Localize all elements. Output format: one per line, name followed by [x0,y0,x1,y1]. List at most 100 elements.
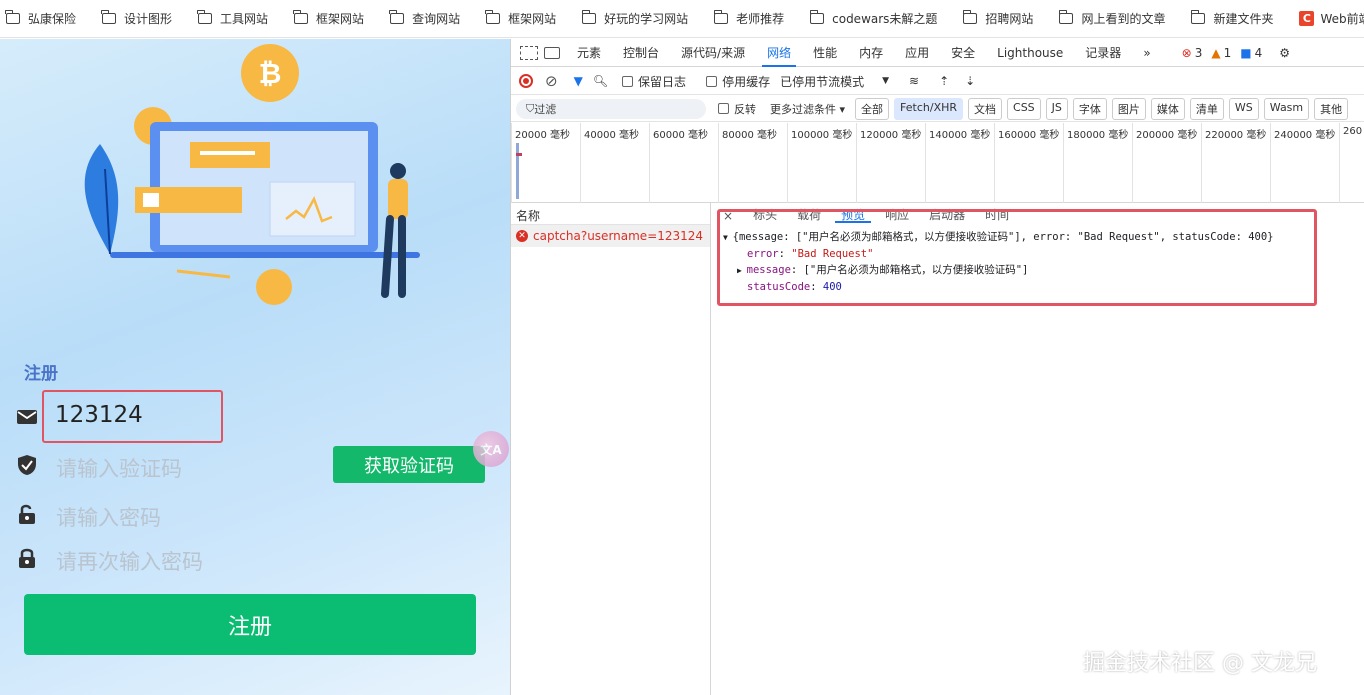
timeline-tick: 140000 毫秒 [925,123,990,203]
devtools-tab[interactable]: 内存 [848,39,894,67]
filter-chip[interactable]: 媒体 [1150,97,1185,120]
filter-chip[interactable]: Fetch/XHR [894,97,964,120]
bookmark-item[interactable]: 弘康保险 [5,10,76,27]
preview-highlight-box [717,209,1317,306]
username-input[interactable]: 123124 [55,402,143,428]
device-toggle-icon[interactable] [544,46,560,59]
bookmark-item[interactable]: 招聘网站 [962,10,1034,27]
filter-chip[interactable]: 字体 [1072,97,1107,120]
disable-cache-label: 停用缓存 [722,74,771,89]
message-count[interactable]: 4 [1255,46,1263,60]
devtools-tab[interactable]: 安全 [940,39,986,67]
request-list: 名称 ✕ captcha?username=123124 [511,203,711,695]
bookmark-label: 新建文件夹 [1213,12,1274,26]
devtools-tab[interactable]: 性能 [802,39,848,67]
devtools-tab[interactable]: 网络 [756,39,802,67]
bookmark-item[interactable]: 工具网站 [197,10,269,27]
bookmark-item[interactable]: 老师推荐 [713,10,784,27]
invert-checkbox[interactable] [718,103,729,114]
filter-chip[interactable]: 其他 [1314,97,1349,120]
error-icon: ✕ [516,230,528,242]
network-timeline: 20000 毫秒 40000 毫秒 60000 毫秒 80000 毫秒 100000 毫… [511,123,1364,203]
error-count-icon: ⊗ [1181,45,1192,60]
register-title: 注册 [24,364,58,384]
timeline-tick: 20000 毫秒 [511,123,570,203]
filter-chip[interactable]: CSS [1007,97,1041,120]
more-filters-dropdown[interactable]: 更多过滤条件 ▾ [770,101,845,117]
bookmark-item[interactable]: 新建文件夹 [1190,10,1274,27]
bookmark-item[interactable]: 网上看到的文章 [1058,10,1166,27]
filter-chip[interactable]: 文档 [968,97,1003,120]
search-icon[interactable]: 🔍︎ [593,74,608,88]
devtools-tab[interactable]: 控制台 [612,39,670,67]
filter-chip[interactable]: 清单 [1189,97,1224,120]
filter-chip[interactable]: WS [1228,97,1259,120]
preserve-log-checkbox[interactable] [622,75,634,87]
filter-chip[interactable]: Wasm [1263,97,1310,120]
timeline-tick: 260 [1339,123,1362,203]
translate-fab[interactable]: 文A [473,431,509,467]
bookmark-label: 框架网站 [316,12,365,26]
filter-funnel-icon[interactable]: ▼ [574,74,583,88]
bookmark-label: 好玩的学习网站 [604,12,689,26]
bookmark-item[interactable]: C Web前端单词大全... [1299,10,1364,27]
wifi-icon[interactable]: ≋ [909,74,919,88]
bookmark-label: codewars未解之题 [832,12,938,26]
bookmark-label: 工具网站 [220,12,269,26]
timeline-bar [516,153,522,156]
devtools-tab[interactable]: Lighthouse [986,39,1074,67]
filter-chip[interactable]: 全部 [855,97,890,120]
name-column-header[interactable]: 名称 [511,203,710,225]
folder-icon [1190,10,1206,24]
register-button[interactable]: 注册 [24,594,476,655]
disable-cache-checkbox[interactable] [706,75,718,87]
inspect-icon[interactable] [520,45,538,60]
filter-chip[interactable]: 图片 [1111,97,1146,120]
hero-illustration: ₿ [84,44,420,305]
filter-input[interactable]: ⛉ 过滤 [516,98,706,119]
clear-icon[interactable]: ⊘ [545,72,558,90]
devtools-tab[interactable]: 记录器 [1074,39,1132,67]
throttle-dropdown-icon[interactable]: ▼ [882,76,889,86]
lock-open-icon [19,504,35,524]
settings-gear-icon[interactable]: ⚙ [1279,46,1290,60]
bookmark-item[interactable]: 框架网站 [293,10,365,27]
folder-icon [101,10,117,24]
password-input[interactable]: 请输入密码 [56,502,161,532]
svg-text:₿: ₿ [259,57,282,90]
bookmark-label: 框架网站 [508,12,557,26]
bookmark-item[interactable]: 好玩的学习网站 [581,10,689,27]
timeline-tick: 120000 毫秒 [856,123,921,203]
devtools-tab[interactable]: 元素 [566,39,612,67]
request-row[interactable]: ✕ captcha?username=123124 [511,225,710,247]
bookmark-item[interactable]: codewars未解之题 [809,10,938,27]
request-name: captcha?username=123124 [533,229,704,243]
bookmark-item[interactable]: 设计图形 [101,10,172,27]
download-icon[interactable]: ⇣ [965,74,975,88]
devtools-tab[interactable]: 应用 [894,39,940,67]
warning-count[interactable]: 1 [1224,46,1232,60]
c-badge-icon: C [1299,11,1315,26]
folder-icon [713,10,729,24]
more-tabs-icon[interactable]: » [1132,39,1161,67]
error-count[interactable]: 3 [1195,46,1203,60]
bookmark-item[interactable]: 框架网站 [485,10,557,27]
throttle-select[interactable]: 已停用节流模式 [780,73,864,90]
devtools-tab[interactable]: 源代码/来源 [670,39,756,67]
bookmark-label: 网上看到的文章 [1081,12,1166,26]
bookmark-label: 招聘网站 [985,12,1034,26]
folder-icon [581,10,597,24]
confirm-password-input[interactable]: 请再次输入密码 [56,546,203,576]
devtools-panel: 元素 控制台 源代码/来源 网络 性能 内存 应用 安全 Lighthouse 记录器 » ⊗ 3 … [510,39,1364,695]
timeline-tick: 220000 毫秒 [1201,123,1266,203]
timeline-tick: 160000 毫秒 [994,123,1059,203]
filter-chip[interactable]: JS [1045,97,1068,120]
folder-icon [962,10,978,24]
timeline-tick: 40000 毫秒 [580,123,639,203]
warning-icon: ▲ [1211,45,1221,60]
bookmark-item[interactable]: 查询网站 [389,10,460,27]
upload-icon[interactable]: ⇡ [939,74,949,88]
get-code-button[interactable]: 获取验证码 [333,446,485,483]
record-icon[interactable] [519,74,533,88]
captcha-input[interactable]: 请输入验证码 [56,453,182,483]
